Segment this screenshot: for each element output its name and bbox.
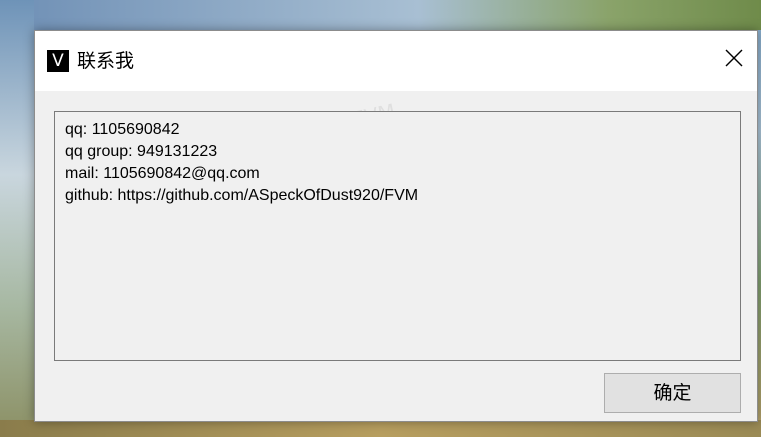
close-icon xyxy=(725,49,743,67)
qq-group-line: qq group: 949131223 xyxy=(65,143,218,160)
desktop-background-bottom xyxy=(0,420,761,437)
ok-button[interactable]: 确定 xyxy=(604,373,741,413)
mail-line: mail: 1105690842@qq.com xyxy=(65,165,260,182)
qq-line: qq: 1105690842 xyxy=(65,121,180,138)
contact-info-textbox[interactable]: qq: 1105690842 qq group: 949131223 mail:… xyxy=(54,111,741,361)
desktop-background-left xyxy=(0,0,34,437)
desktop-background-top xyxy=(0,0,761,30)
contact-dialog: V 联系我 FVM qq: 1105690842 qq group: 94913… xyxy=(34,30,758,422)
title-bar: V 联系我 xyxy=(35,31,757,91)
close-button[interactable] xyxy=(711,31,757,87)
window-title: 联系我 xyxy=(77,50,135,72)
github-line: github: https://github.com/ASpeckOfDust9… xyxy=(65,187,419,204)
app-icon: V xyxy=(47,50,69,72)
